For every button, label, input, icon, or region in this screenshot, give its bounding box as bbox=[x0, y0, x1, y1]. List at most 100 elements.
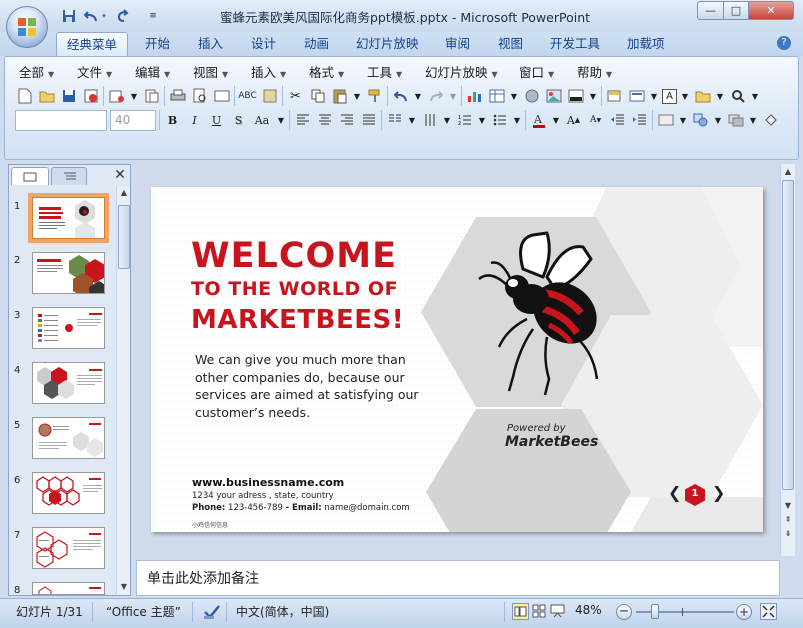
menu-view[interactable]: 视图 ▼ bbox=[193, 62, 228, 81]
find-icon[interactable] bbox=[728, 87, 747, 106]
chevron-down-icon[interactable]: ▼ bbox=[448, 87, 458, 106]
help-icon[interactable]: ? bbox=[777, 36, 791, 50]
tab-view[interactable]: 视图 bbox=[488, 32, 533, 56]
minimize-button[interactable]: — bbox=[697, 1, 724, 20]
tab-home[interactable]: 开始 bbox=[135, 32, 180, 56]
scroll-down-icon[interactable]: ▼ bbox=[118, 581, 130, 593]
scroll-thumb[interactable] bbox=[782, 180, 794, 490]
font-size-combo[interactable]: 40 bbox=[110, 109, 156, 131]
notes-pane[interactable]: 单击此处添加备注 bbox=[136, 560, 780, 596]
tab-slides[interactable] bbox=[11, 167, 49, 185]
clip-art-icon[interactable] bbox=[522, 87, 541, 106]
slide-thumbnail-1[interactable] bbox=[28, 193, 109, 243]
close-pane-icon[interactable]: ✕ bbox=[113, 167, 127, 183]
scroll-up-icon[interactable]: ▲ bbox=[782, 166, 794, 178]
insert-table-icon[interactable] bbox=[487, 87, 506, 106]
chevron-down-icon[interactable]: ▼ bbox=[509, 87, 519, 106]
tab-animations[interactable]: 动画 bbox=[294, 32, 339, 56]
undo-icon[interactable] bbox=[391, 87, 410, 106]
fit-to-window-icon[interactable] bbox=[760, 603, 777, 620]
tab-insert[interactable]: 插入 bbox=[188, 32, 233, 56]
chevron-down-icon[interactable]: ▼ bbox=[750, 87, 760, 106]
chevron-down-icon[interactable]: ▼ bbox=[715, 87, 725, 106]
page-setup-icon[interactable] bbox=[212, 87, 231, 106]
underline-icon[interactable]: U bbox=[207, 111, 226, 130]
arrange-icon[interactable] bbox=[726, 111, 745, 130]
next-slide-icon[interactable]: ⇟ bbox=[782, 528, 794, 540]
print-preview-icon[interactable] bbox=[190, 87, 209, 106]
tab-add-ins[interactable]: 加载项 bbox=[617, 32, 675, 56]
decrease-font-icon[interactable]: A ▼ bbox=[586, 111, 605, 130]
color-scheme-icon[interactable] bbox=[566, 87, 585, 106]
tab-developer[interactable]: 开发工具 bbox=[540, 32, 610, 56]
chevron-down-icon[interactable]: ▼ bbox=[512, 111, 522, 130]
insert-chart-icon[interactable] bbox=[465, 87, 484, 106]
chevron-down-icon[interactable]: ▼ bbox=[713, 111, 723, 130]
redo-icon[interactable] bbox=[426, 87, 445, 106]
format-painter-icon[interactable] bbox=[365, 87, 384, 106]
text-direction-icon[interactable] bbox=[420, 111, 439, 130]
spell-check-icon[interactable] bbox=[203, 604, 221, 620]
change-case-icon[interactable]: Aa bbox=[251, 111, 273, 130]
chevron-down-icon[interactable]: ▼ bbox=[748, 111, 758, 130]
next-arrow-icon[interactable]: ❯ bbox=[712, 483, 725, 502]
slide-layout-icon[interactable] bbox=[627, 87, 646, 106]
align-left-icon[interactable] bbox=[293, 111, 312, 130]
slide-thumbnail-2[interactable] bbox=[32, 252, 105, 294]
bullets-icon[interactable] bbox=[490, 111, 509, 130]
chevron-down-icon[interactable]: ▼ bbox=[477, 111, 487, 130]
spelling-icon[interactable]: ABC bbox=[238, 87, 257, 106]
align-right-icon[interactable] bbox=[337, 111, 356, 130]
undo-dropdown-icon[interactable]: ▾ bbox=[100, 7, 108, 25]
menu-file[interactable]: 文件 ▼ bbox=[77, 62, 112, 81]
chevron-down-icon[interactable]: ▼ bbox=[413, 87, 423, 106]
tab-classic-menu[interactable]: 经典菜单 bbox=[56, 32, 129, 56]
insert-picture-icon[interactable] bbox=[544, 87, 563, 106]
fill-color-icon[interactable] bbox=[761, 111, 780, 130]
menu-slide-show[interactable]: 幻灯片放映 ▼ bbox=[425, 62, 498, 81]
decrease-indent-icon[interactable] bbox=[608, 111, 627, 130]
close-button[interactable]: ✕ bbox=[748, 1, 794, 20]
slide-show-view-icon[interactable] bbox=[550, 603, 567, 620]
menu-help[interactable]: 帮助 ▼ bbox=[577, 62, 612, 81]
normal-view-icon[interactable] bbox=[512, 603, 529, 620]
tab-review[interactable]: 审阅 bbox=[435, 32, 480, 56]
save-icon[interactable] bbox=[60, 7, 78, 25]
previous-slide-icon[interactable]: ⇞ bbox=[782, 514, 794, 526]
print-icon[interactable] bbox=[168, 87, 187, 106]
slide-thumbnail-4[interactable] bbox=[32, 362, 105, 404]
research-icon[interactable] bbox=[260, 87, 279, 106]
chevron-down-icon[interactable]: ▼ bbox=[588, 87, 598, 106]
slide-scrollbar[interactable]: ▲ ▼ ⇞ ⇟ bbox=[780, 164, 795, 556]
undo-icon[interactable] bbox=[82, 7, 100, 25]
customize-quick-access-icon[interactable]: ≡ bbox=[144, 7, 162, 25]
menu-format[interactable]: 格式 ▼ bbox=[309, 62, 344, 81]
zoom-slider-thumb[interactable] bbox=[651, 604, 659, 619]
columns-icon[interactable] bbox=[385, 111, 404, 130]
zoom-level[interactable]: 48% bbox=[575, 603, 602, 617]
slide-thumbnail-3[interactable] bbox=[32, 307, 105, 349]
tab-slide-show[interactable]: 幻灯片放映 bbox=[346, 32, 429, 56]
font-color-icon[interactable]: A bbox=[529, 111, 548, 130]
bold-icon[interactable]: B bbox=[163, 111, 182, 130]
menu-insert[interactable]: 插入 ▼ bbox=[251, 62, 286, 81]
text-box-icon[interactable]: A bbox=[662, 88, 677, 104]
increase-indent-icon[interactable] bbox=[630, 111, 649, 130]
slide-thumbnail-7[interactable] bbox=[32, 527, 105, 569]
slide-sorter-view-icon[interactable] bbox=[531, 603, 548, 620]
scroll-thumb[interactable] bbox=[118, 205, 130, 269]
redo-icon[interactable] bbox=[114, 7, 132, 25]
new-slide-icon[interactable] bbox=[605, 87, 624, 106]
new-file-icon[interactable] bbox=[15, 87, 34, 106]
increase-font-icon[interactable]: A ▲ bbox=[564, 111, 583, 130]
save-icon[interactable] bbox=[59, 87, 78, 106]
publish-icon[interactable] bbox=[142, 87, 161, 106]
office-button[interactable] bbox=[6, 6, 48, 48]
tab-design[interactable]: 设计 bbox=[241, 32, 286, 56]
slide-1[interactable]: WELCOME TO THE WORLD OF MARKETBEES! We c… bbox=[151, 187, 763, 532]
chevron-down-icon[interactable]: ▼ bbox=[649, 87, 659, 106]
chevron-down-icon[interactable]: ▼ bbox=[352, 87, 362, 106]
language-indicator[interactable]: 中文(简体，中国) bbox=[236, 603, 329, 620]
scroll-down-icon[interactable]: ▼ bbox=[782, 500, 794, 512]
slide-design-icon[interactable] bbox=[656, 111, 675, 130]
